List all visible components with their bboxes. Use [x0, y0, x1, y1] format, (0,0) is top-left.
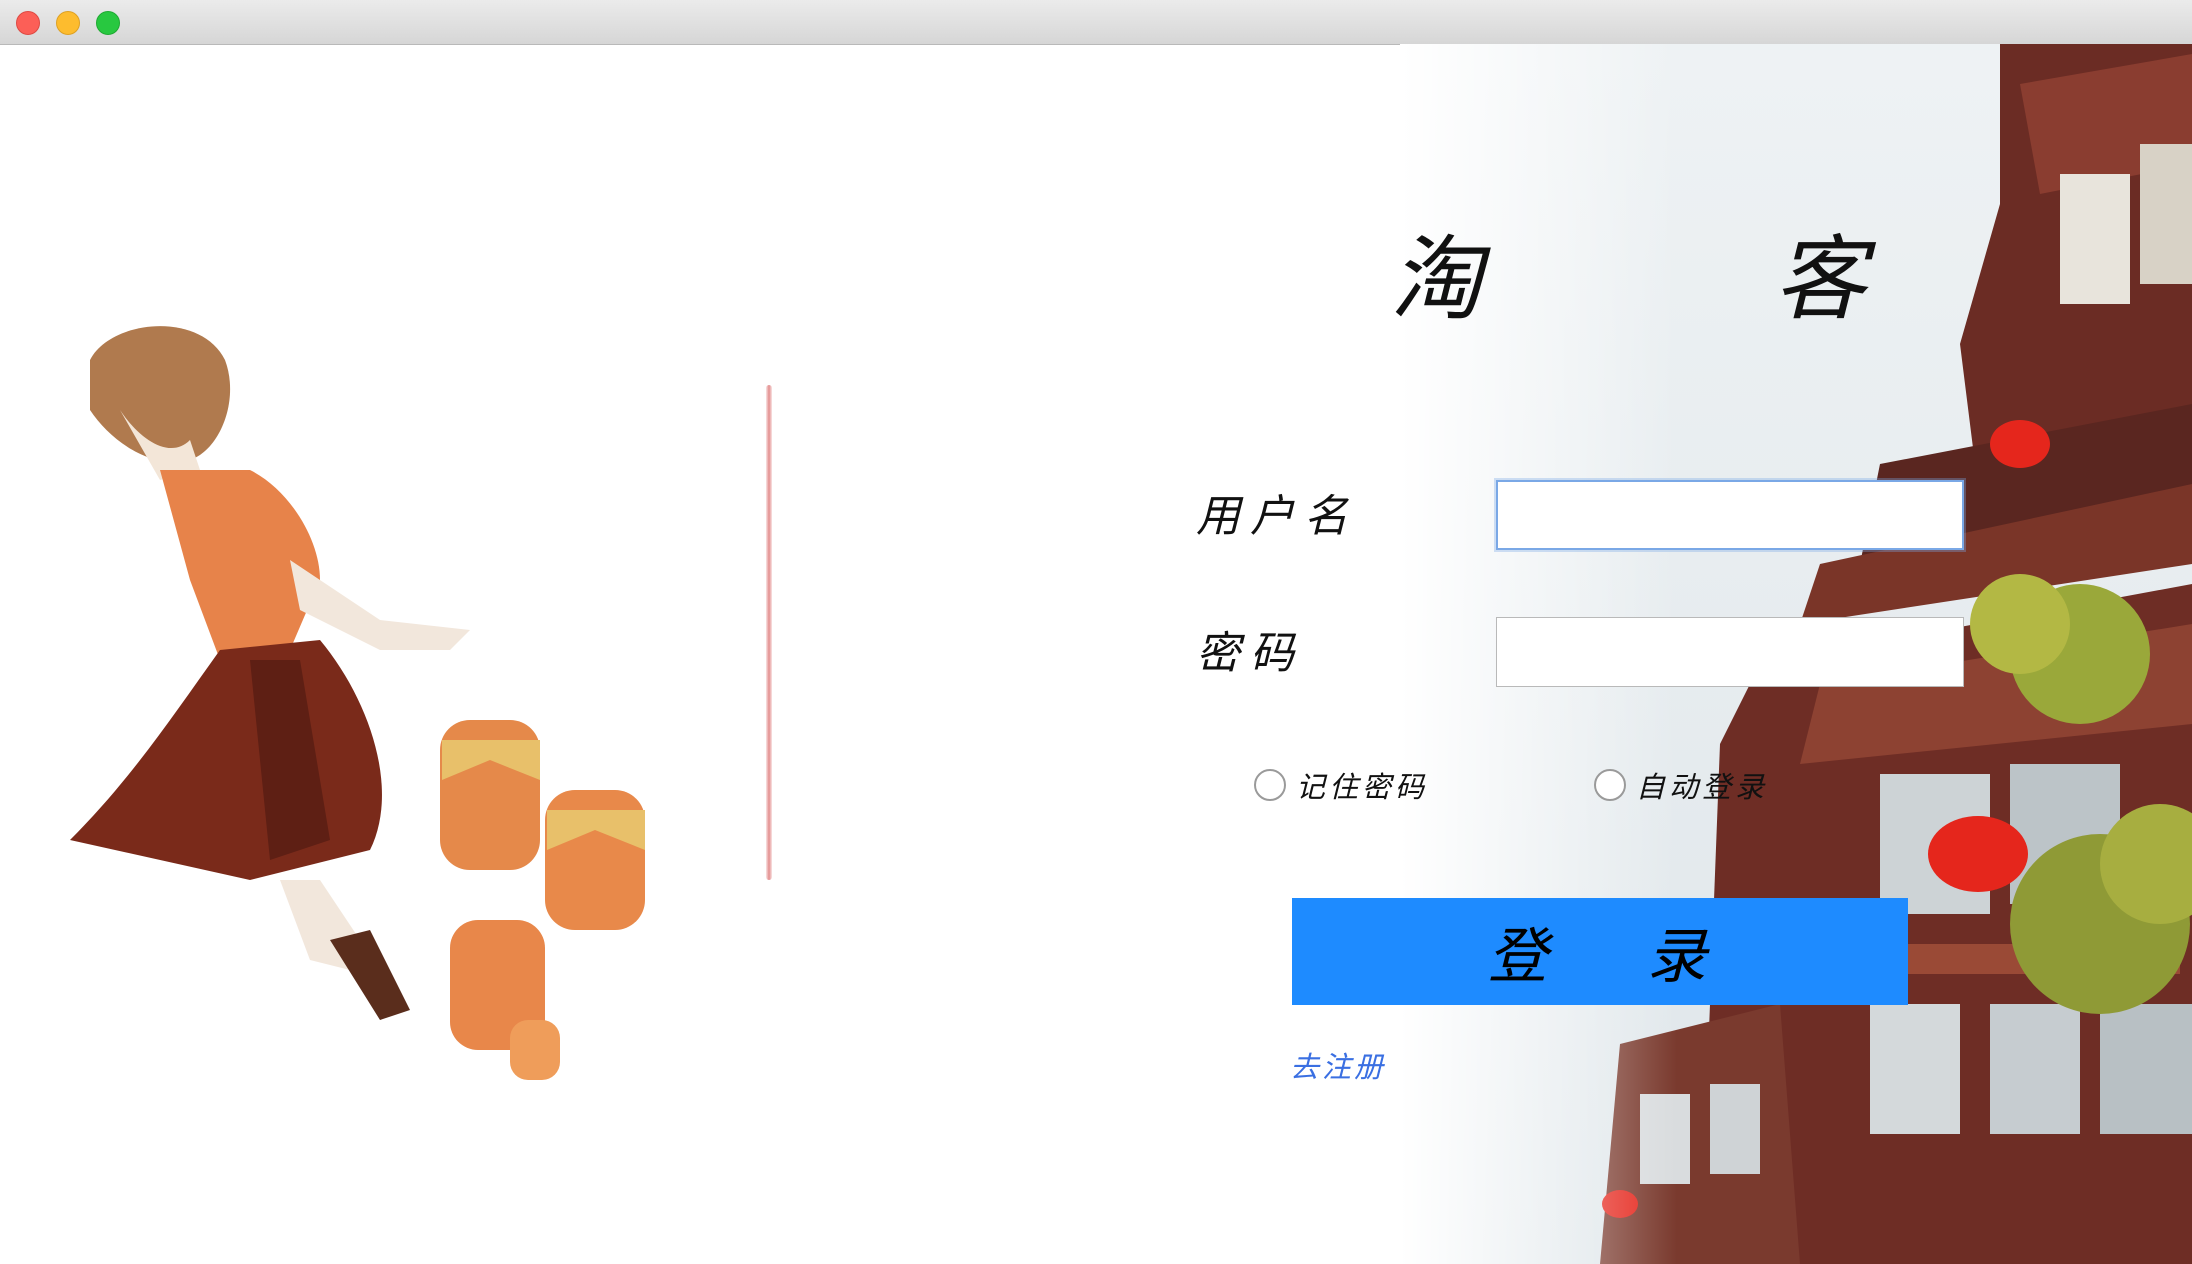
remember-password-label: 记住密码 [1296, 770, 1429, 804]
login-window: 淘 客 用户名 密码 记住密码 自动登录 登 录 去注册 [0, 0, 2192, 1264]
auto-login-label: 自动登录 [1636, 770, 1769, 804]
title-bar [0, 0, 2192, 45]
girl-with-lanterns-illustration [70, 326, 645, 1080]
username-label: 用户名 [1196, 491, 1358, 542]
password-label: 密码 [1196, 628, 1304, 679]
vertical-divider [766, 385, 772, 880]
auto-login-option[interactable]: 自动登录 [1594, 764, 1768, 806]
password-input[interactable] [1496, 617, 1964, 687]
app-title: 淘 客 [1390, 226, 1967, 333]
maximize-icon[interactable] [96, 11, 120, 35]
minimize-icon[interactable] [56, 11, 80, 35]
register-link[interactable]: 去注册 [1290, 1044, 1386, 1086]
login-button[interactable]: 登 录 [1292, 898, 1908, 1005]
remember-password-radio[interactable] [1254, 769, 1286, 801]
close-icon[interactable] [16, 11, 40, 35]
auto-login-radio[interactable] [1594, 769, 1626, 801]
remember-password-option[interactable]: 记住密码 [1254, 764, 1428, 806]
username-input[interactable] [1496, 480, 1964, 550]
